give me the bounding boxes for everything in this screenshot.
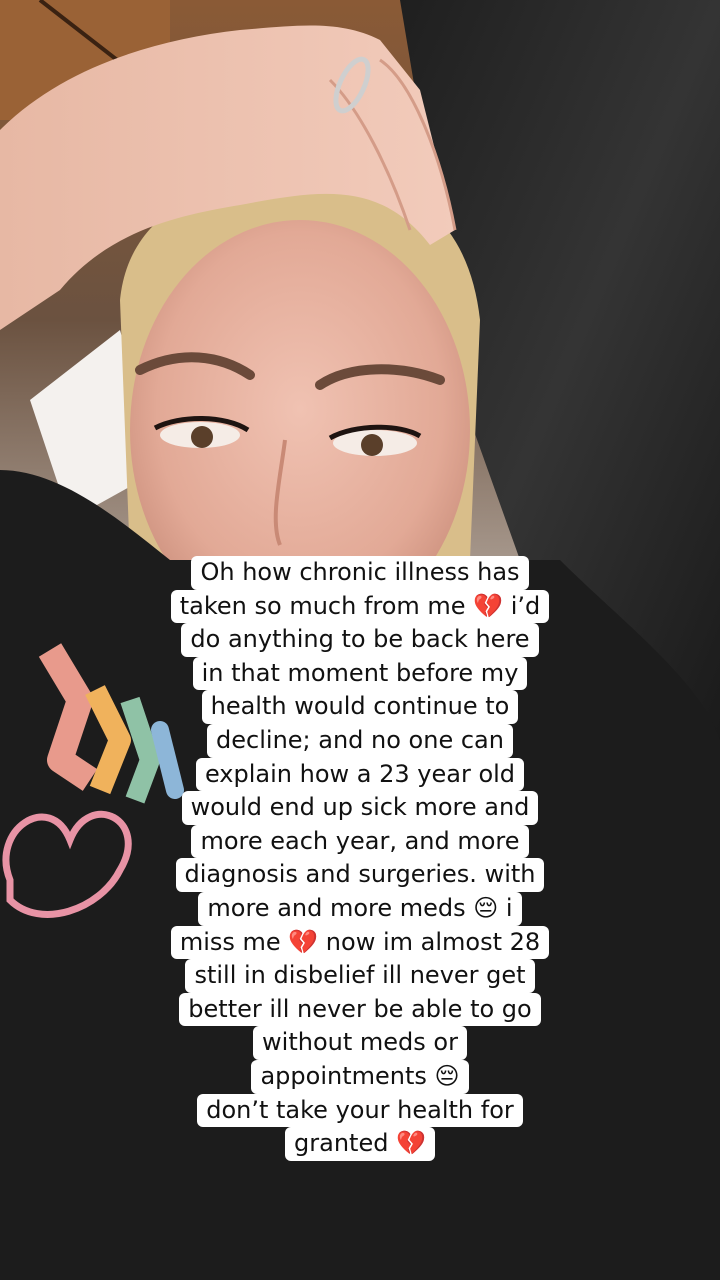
caption-line: still in disbelief ill never get: [185, 959, 535, 993]
caption-line: do anything to be back here: [181, 623, 539, 657]
caption-line: explain how a 23 year old: [195, 757, 525, 792]
caption-line: without meds or: [253, 1026, 467, 1060]
caption-line: diagnosis and surgeries. with: [175, 858, 545, 892]
caption-line: granted 💔: [285, 1127, 435, 1161]
caption-line: better ill never be able to go: [179, 992, 541, 1027]
caption-line: in that moment before my: [192, 656, 528, 691]
caption-line: more and more meds 😔 i: [198, 891, 522, 926]
caption-line: health would continue to: [201, 690, 519, 724]
video-frame[interactable]: Oh how chronic illness has taken so much…: [0, 0, 720, 1280]
caption-line: miss me 💔 now im almost 28: [170, 925, 550, 960]
caption-line: Oh how chronic illness has: [191, 556, 529, 590]
caption-line: appointments 😔: [251, 1059, 469, 1094]
caption-line: don’t take your health for: [197, 1093, 523, 1128]
caption-line: taken so much from me 💔 i’d: [170, 589, 550, 624]
video-caption: Oh how chronic illness has taken so much…: [0, 556, 720, 1161]
caption-line: decline; and no one can: [207, 723, 513, 758]
caption-line: more each year, and more: [191, 824, 529, 859]
caption-line: would end up sick more and: [181, 791, 539, 825]
